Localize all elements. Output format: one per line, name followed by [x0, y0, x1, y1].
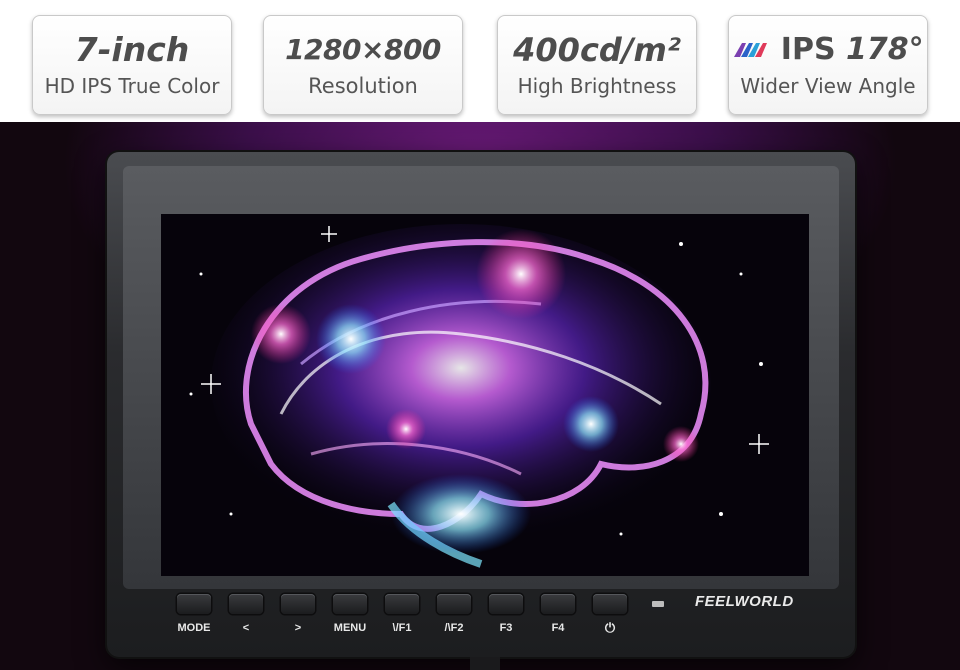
brand-logo: FEELWORLD — [695, 593, 794, 610]
brain-illustration-icon — [161, 214, 809, 576]
up-f2-button[interactable] — [437, 594, 471, 614]
left-button[interactable] — [229, 594, 263, 614]
power-button[interactable] — [593, 594, 627, 614]
monitor-screen — [161, 214, 809, 576]
f3-label: F3 — [499, 622, 513, 634]
product-scene: MODE < > MENU \/F1 /\F2 F3 F4 ⏻ FEELWORL… — [0, 122, 960, 670]
right-button[interactable] — [281, 594, 315, 614]
feature-card-resolution: 1280×800 Resolution — [263, 15, 463, 115]
feature-caption: Wider View Angle — [740, 74, 916, 98]
feature-card-size: 7-inch HD IPS True Color — [32, 15, 232, 115]
up-f2-label: /\F2 — [444, 622, 464, 634]
feature-caption: Resolution — [308, 74, 418, 98]
feature-card-view-angle: IPS 178° Wider View Angle — [728, 15, 928, 115]
down-f1-button[interactable] — [385, 594, 419, 614]
feature-headline: 1280×800 — [285, 33, 441, 66]
mode-button[interactable] — [177, 594, 211, 614]
power-led — [652, 601, 664, 607]
f3-button[interactable] — [489, 594, 523, 614]
right-label: > — [294, 622, 302, 634]
feature-headline-row: IPS 178° — [729, 30, 927, 70]
power-icon: ⏻ — [604, 620, 616, 635]
mode-label: MODE — [177, 622, 211, 634]
f4-button[interactable] — [541, 594, 575, 614]
feature-headline: 400cd/m² — [513, 31, 681, 69]
ips-stripes-icon — [734, 43, 768, 57]
feature-banner: 7-inch HD IPS True Color 1280×800 Resolu… — [0, 0, 960, 122]
down-f1-label: \/F1 — [392, 622, 412, 634]
field-monitor: MODE < > MENU \/F1 /\F2 F3 F4 ⏻ FEELWORL… — [107, 152, 855, 657]
menu-label: MENU — [333, 622, 367, 634]
feature-headline: 7-inch — [74, 30, 190, 69]
menu-button[interactable] — [333, 594, 367, 614]
left-label: < — [242, 622, 250, 634]
feature-caption: HD IPS True Color — [44, 74, 220, 98]
f4-label: F4 — [551, 622, 565, 634]
ips-logo-text: IPS — [780, 32, 836, 67]
feature-caption: High Brightness — [517, 74, 677, 98]
feature-card-brightness: 400cd/m² High Brightness — [497, 15, 697, 115]
monitor-mount — [470, 657, 500, 670]
feature-headline: 178° — [846, 32, 924, 67]
